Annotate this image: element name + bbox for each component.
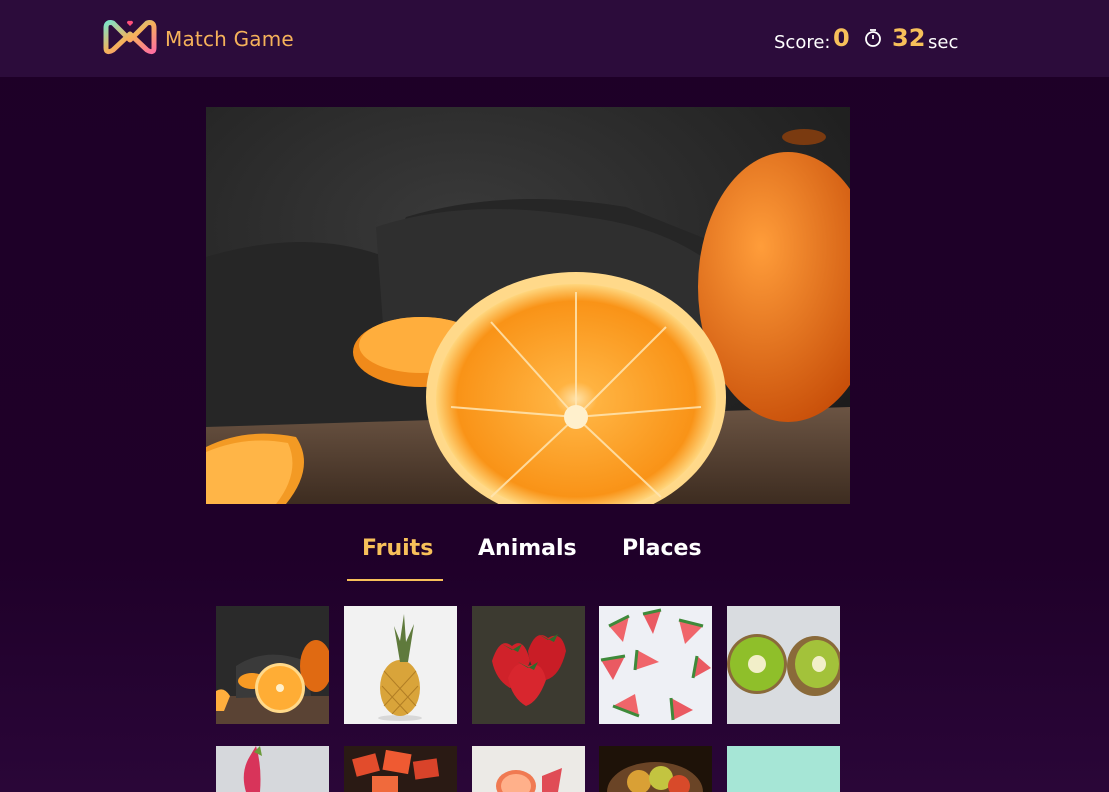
timer-unit: sec — [928, 32, 959, 53]
tile-watermelon[interactable] — [599, 606, 712, 724]
category-tabs: Fruits Animals Places — [0, 536, 1109, 586]
logo-icon — [103, 20, 157, 55]
tile-mint[interactable] — [727, 746, 840, 792]
tile-pineapple[interactable] — [344, 606, 457, 724]
tile-dragon-fruit[interactable] — [216, 746, 329, 792]
tile-kiwi[interactable] — [727, 606, 840, 724]
app-title: Match Game — [165, 27, 294, 51]
tile-apples[interactable] — [599, 746, 712, 792]
featured-image — [206, 107, 850, 504]
score-value: 0 — [833, 24, 850, 52]
tab-places[interactable]: Places — [622, 536, 702, 561]
active-tab-indicator — [347, 579, 443, 581]
tile-grapefruit[interactable] — [472, 746, 585, 792]
tile-papaya[interactable] — [344, 746, 457, 792]
tile-strawberries[interactable] — [472, 606, 585, 724]
timer-value: 32 — [892, 24, 926, 52]
tab-fruits[interactable]: Fruits — [362, 536, 433, 561]
tab-animals[interactable]: Animals — [478, 536, 577, 561]
top-bar: Match Game Score: 0 32 sec — [0, 0, 1109, 77]
tile-oranges[interactable] — [216, 606, 329, 724]
stopwatch-icon — [865, 29, 881, 47]
score-label: Score: — [774, 32, 831, 53]
